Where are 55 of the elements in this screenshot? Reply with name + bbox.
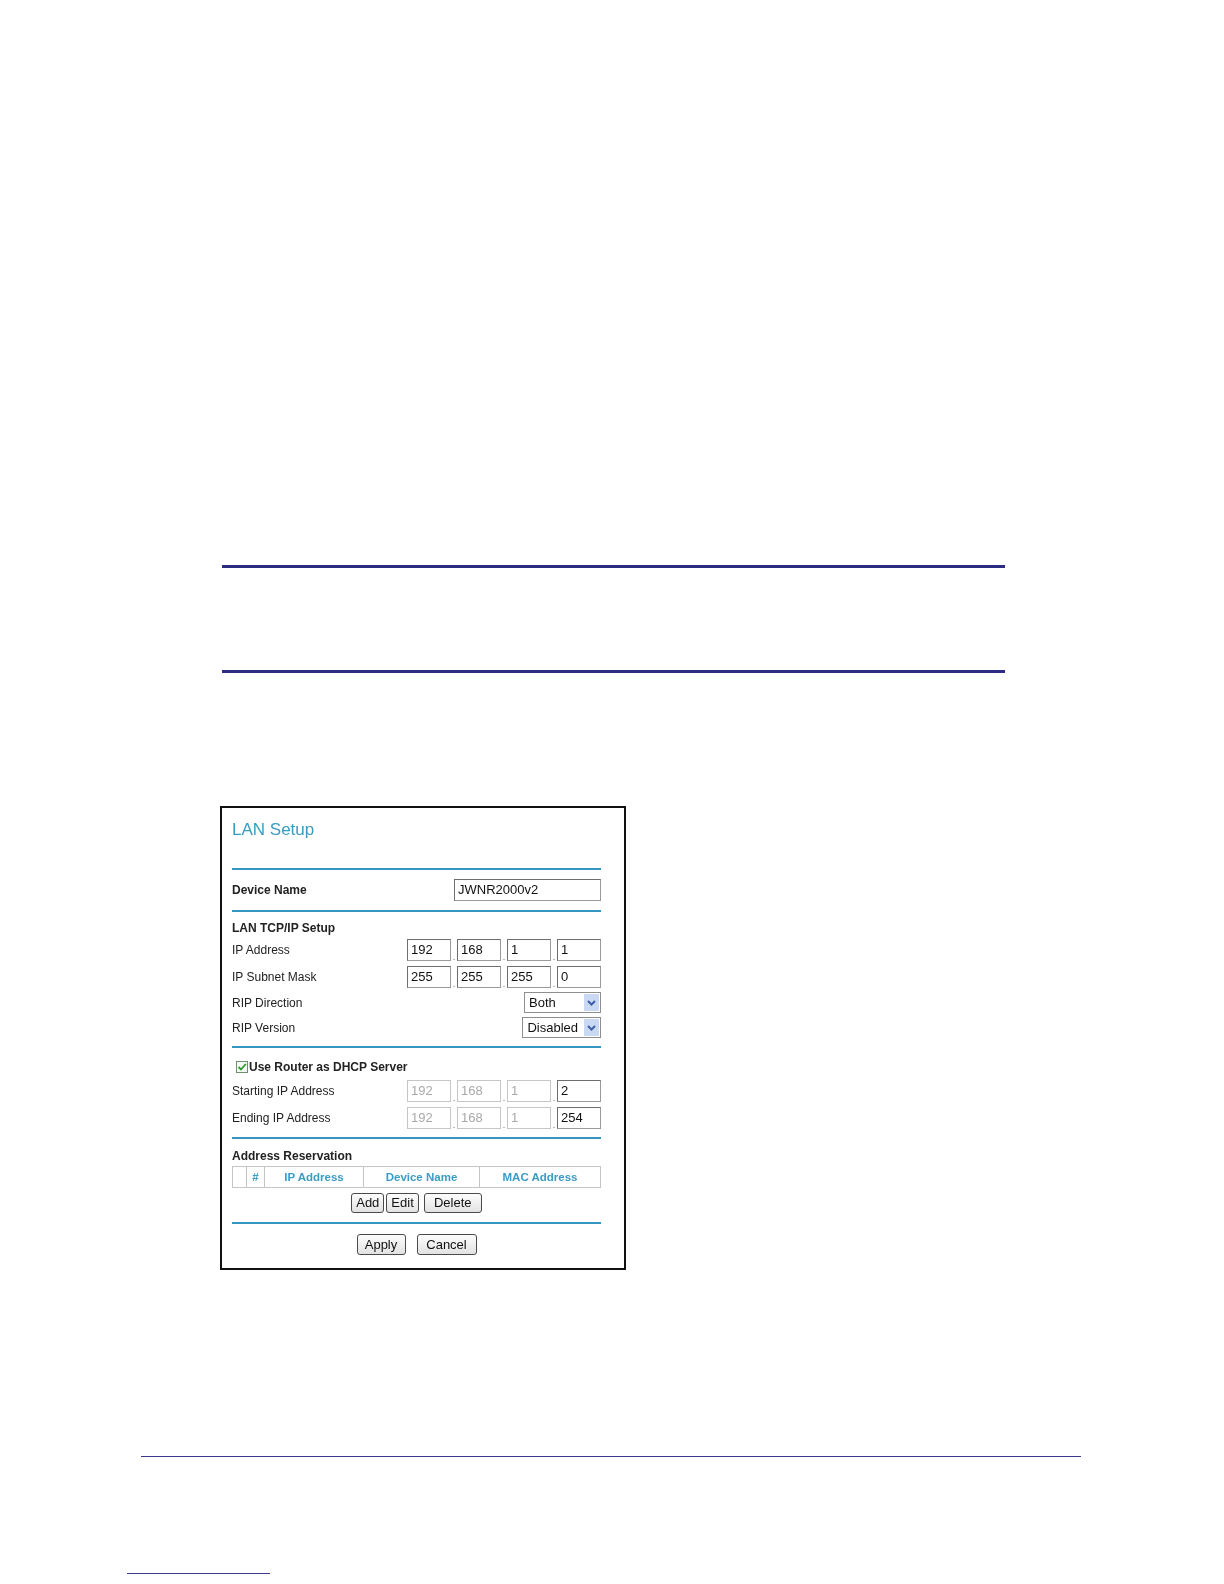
octet-separator: . bbox=[551, 953, 557, 961]
ip-octet-field[interactable]: 168 bbox=[457, 939, 501, 961]
panel-title: LAN Setup bbox=[232, 820, 315, 840]
ip-octet-field: 1 bbox=[507, 1080, 551, 1102]
ip-octet-field: 168 bbox=[457, 1107, 501, 1129]
field-label: RIP Direction bbox=[232, 995, 303, 1010]
column-header: Device Name bbox=[363, 1167, 479, 1187]
checkbox[interactable] bbox=[236, 1061, 248, 1073]
field-label: RIP Version bbox=[232, 1020, 296, 1035]
octet-separator: . bbox=[501, 1094, 507, 1102]
chevron-down-icon bbox=[584, 994, 599, 1011]
cancel-button[interactable]: Cancel bbox=[416, 1234, 477, 1255]
ip-octet-field[interactable]: 255 bbox=[407, 966, 451, 988]
ip-octet-field[interactable]: 0 bbox=[557, 966, 601, 988]
ip-octet-field: 192 bbox=[407, 1080, 451, 1102]
ip-octet-field: 1 bbox=[507, 1107, 551, 1129]
column-header: IP Address bbox=[264, 1167, 363, 1187]
ip-octet-field[interactable]: 192 bbox=[407, 939, 451, 961]
add-button[interactable]: Add bbox=[351, 1193, 385, 1213]
device-name-field[interactable]: JWNR2000v2 bbox=[454, 879, 601, 901]
field-label: Device Name bbox=[232, 883, 307, 897]
ip-octet-field[interactable]: 2 bbox=[557, 1080, 601, 1102]
octet-separator: . bbox=[451, 1121, 457, 1129]
dropdown-select[interactable]: Disabled bbox=[522, 1017, 601, 1038]
ip-octet-field: 168 bbox=[457, 1080, 501, 1102]
ip-octet-field[interactable]: 255 bbox=[457, 966, 501, 988]
octet-separator: . bbox=[501, 980, 507, 988]
octet-separator: . bbox=[551, 1121, 557, 1129]
dropdown-select[interactable]: Both bbox=[524, 992, 601, 1013]
section-heading: Address Reservation bbox=[232, 1149, 353, 1163]
octet-separator: . bbox=[551, 1094, 557, 1102]
chevron-down-icon bbox=[584, 1019, 599, 1036]
octet-separator: . bbox=[551, 980, 557, 988]
octet-separator: . bbox=[501, 1121, 507, 1129]
checkbox-label: Use Router as DHCP Server bbox=[249, 1060, 408, 1074]
column-header: # bbox=[246, 1167, 264, 1187]
field-label: Ending IP Address bbox=[232, 1111, 331, 1125]
ip-octet-field[interactable]: 1 bbox=[557, 939, 601, 961]
octet-separator: . bbox=[451, 1094, 457, 1102]
octet-separator: . bbox=[451, 953, 457, 961]
delete-button[interactable]: Delete bbox=[423, 1193, 482, 1213]
check-icon bbox=[237, 1062, 247, 1072]
ip-octet-field: 192 bbox=[407, 1107, 451, 1129]
column-header: MAC Address bbox=[479, 1167, 600, 1187]
field-label: IP Subnet Mask bbox=[232, 970, 317, 984]
octet-separator: . bbox=[501, 953, 507, 961]
ip-octet-field[interactable]: 1 bbox=[507, 939, 551, 961]
field-label: IP Address bbox=[232, 943, 290, 957]
ip-octet-field[interactable]: 255 bbox=[507, 966, 551, 988]
section-heading: LAN TCP/IP Setup bbox=[232, 921, 336, 935]
octet-separator: . bbox=[451, 980, 457, 988]
apply-button[interactable]: Apply bbox=[356, 1234, 406, 1255]
field-label: Starting IP Address bbox=[232, 1084, 335, 1098]
ip-octet-field[interactable]: 254 bbox=[557, 1107, 601, 1129]
edit-button[interactable]: Edit bbox=[386, 1193, 419, 1213]
